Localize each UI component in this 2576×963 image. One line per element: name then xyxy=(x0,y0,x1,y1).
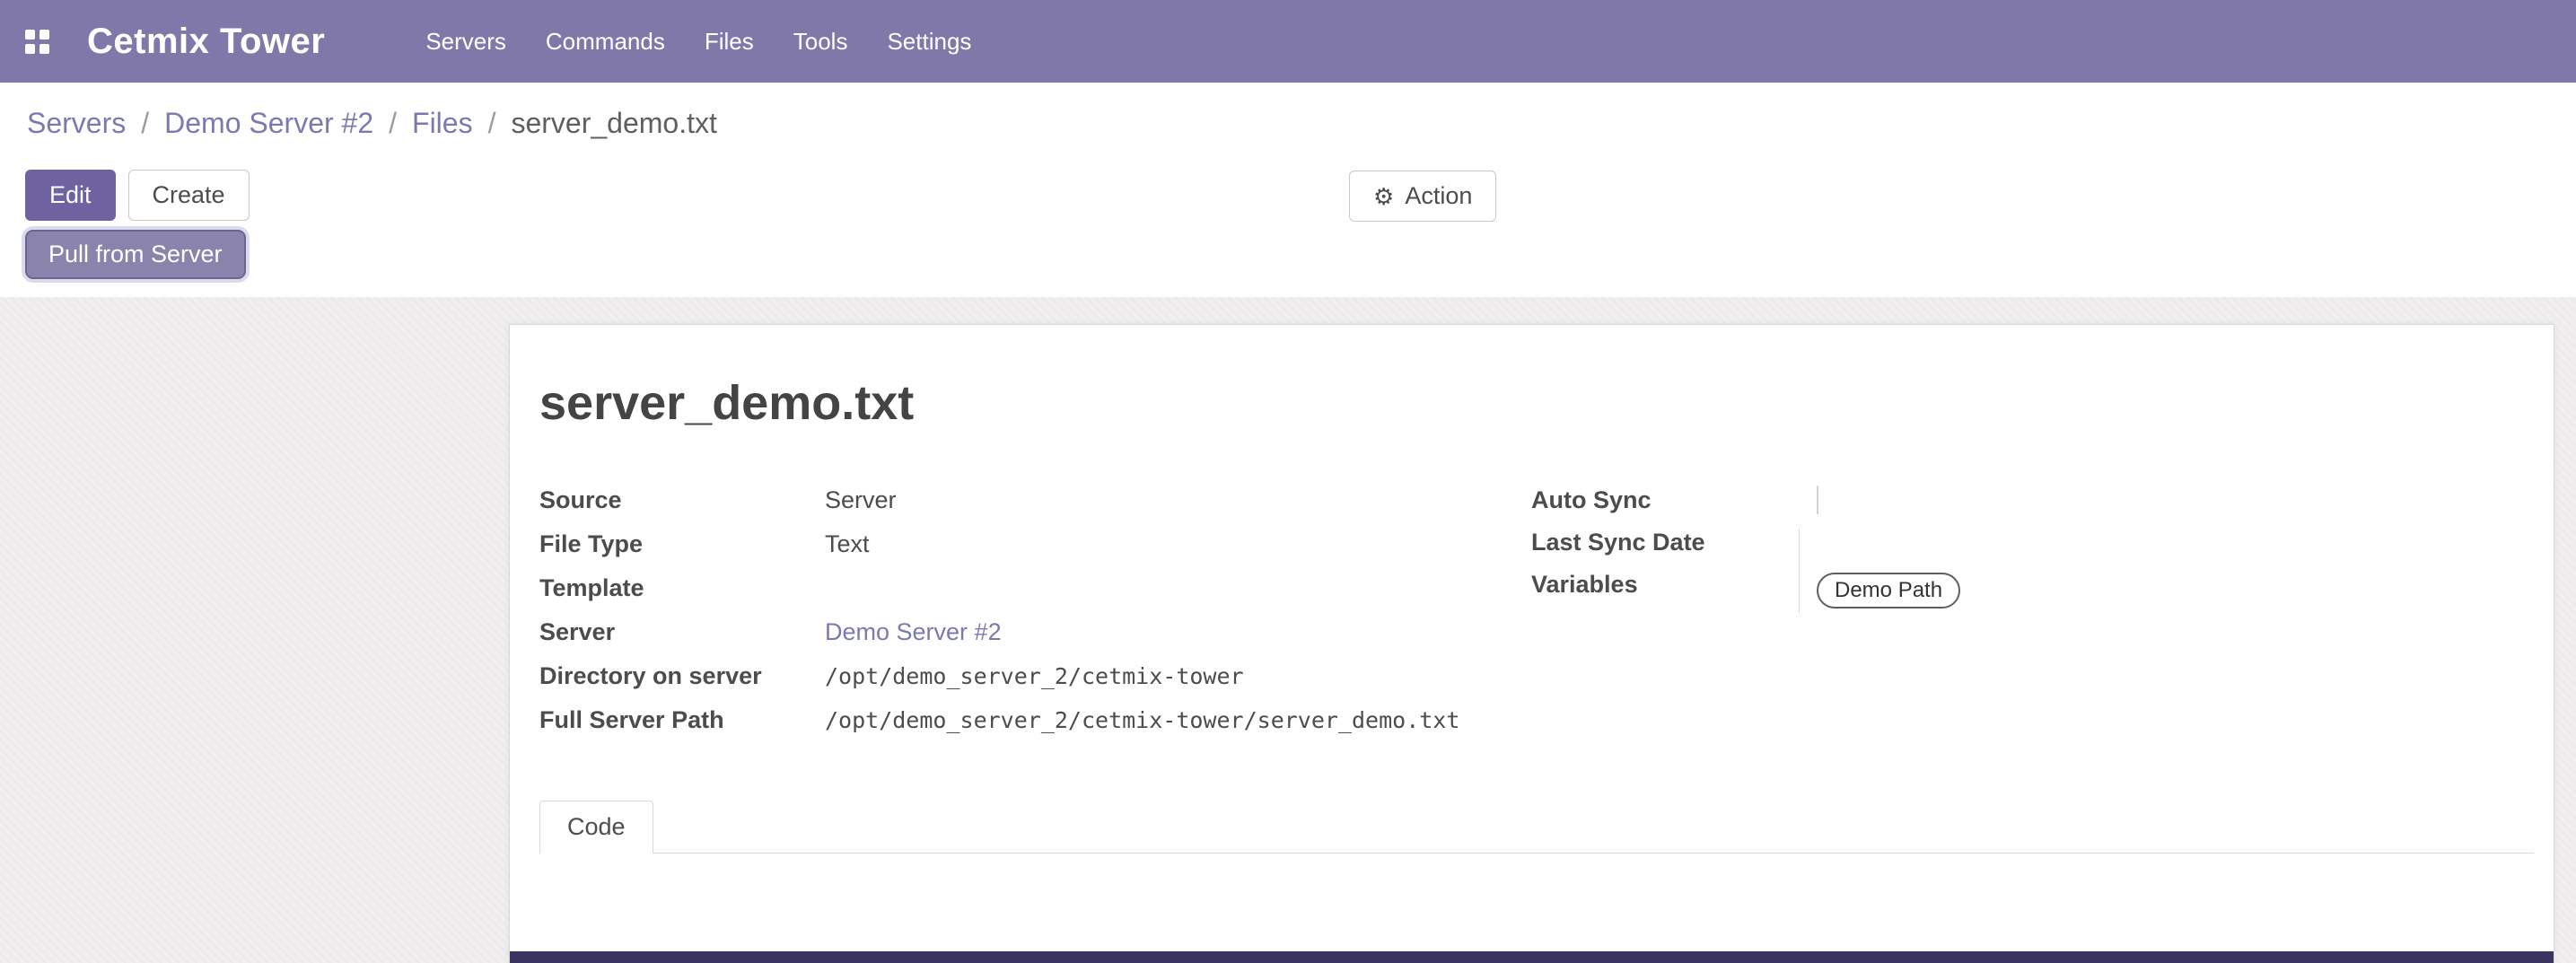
field-auto-sync: Auto Sync xyxy=(1531,486,2534,529)
field-auto-sync-label: Auto Sync xyxy=(1531,486,1799,529)
action-button-label: Action xyxy=(1405,184,1472,208)
breadcrumb-current: server_demo.txt xyxy=(511,107,716,140)
form-right-column: Auto Sync Last Sync Date Variables Demo … xyxy=(1531,486,2534,613)
breadcrumb-separator: / xyxy=(488,107,496,140)
create-button[interactable]: Create xyxy=(128,170,250,221)
field-directory-on-server: Directory on server /opt/demo_server_2/c… xyxy=(539,662,1531,706)
field-server-label: Server xyxy=(539,618,825,646)
form-view-background: server_demo.txt Source Server File Type … xyxy=(0,297,2576,963)
field-source-value: Server xyxy=(825,486,1531,514)
breadcrumb-link-demo-server-2[interactable]: Demo Server #2 xyxy=(164,107,373,140)
field-variables-label: Variables xyxy=(1531,571,1799,613)
breadcrumb-separator: / xyxy=(141,107,149,140)
field-template: Template xyxy=(539,574,1531,618)
field-full-server-path-label: Full Server Path xyxy=(539,706,825,734)
form-sheet: server_demo.txt Source Server File Type … xyxy=(509,324,2554,963)
field-server: Server Demo Server #2 xyxy=(539,618,1531,662)
field-variables: Variables Demo Path xyxy=(1531,571,2534,613)
field-last-sync-date: Last Sync Date xyxy=(1531,529,2534,571)
apps-menu-icon[interactable] xyxy=(25,30,49,54)
field-source: Source Server xyxy=(539,486,1531,530)
breadcrumb: Servers / Demo Server #2 / Files / serve… xyxy=(0,83,2576,163)
top-navbar: Cetmix Tower Servers Commands Files Tool… xyxy=(0,0,2576,83)
field-template-label: Template xyxy=(539,574,825,602)
app-title[interactable]: Cetmix Tower xyxy=(87,22,325,62)
field-file-type-value: Text xyxy=(825,530,1531,558)
pull-from-server-button[interactable]: Pull from Server xyxy=(25,230,246,279)
menu-item-servers[interactable]: Servers xyxy=(406,0,526,83)
field-full-server-path: Full Server Path /opt/demo_server_2/cetm… xyxy=(539,706,1531,750)
menu-item-settings[interactable]: Settings xyxy=(867,0,991,83)
menu-item-commands[interactable]: Commands xyxy=(526,0,685,83)
tab-code[interactable]: Code xyxy=(539,801,653,854)
notebook: Code xyxy=(539,801,2534,854)
breadcrumb-separator: / xyxy=(389,107,397,140)
gear-icon: ⚙ xyxy=(1373,185,1394,208)
code-editor-top-bar xyxy=(510,951,2554,963)
menu-item-files[interactable]: Files xyxy=(685,0,774,83)
field-directory-on-server-value: /opt/demo_server_2/cetmix-tower xyxy=(825,663,1531,689)
edit-button[interactable]: Edit xyxy=(25,170,116,221)
top-menu: Servers Commands Files Tools Settings xyxy=(406,0,991,83)
field-last-sync-date-label: Last Sync Date xyxy=(1531,529,1799,571)
field-file-type: File Type Text xyxy=(539,530,1531,574)
menu-item-tools[interactable]: Tools xyxy=(774,0,868,83)
form-left-column: Source Server File Type Text Template Se… xyxy=(539,486,1531,750)
field-directory-on-server-label: Directory on server xyxy=(539,662,825,690)
field-full-server-path-value: /opt/demo_server_2/cetmix-tower/server_d… xyxy=(825,707,1531,733)
breadcrumb-link-servers[interactable]: Servers xyxy=(27,107,126,140)
field-server-value-link[interactable]: Demo Server #2 xyxy=(825,618,1531,646)
breadcrumb-link-files[interactable]: Files xyxy=(412,107,473,140)
control-panel: Edit Create ⚙ Action Pull from Server xyxy=(0,163,2576,297)
field-last-sync-date-value xyxy=(1799,529,2534,571)
action-button[interactable]: ⚙ Action xyxy=(1349,171,1496,222)
field-source-label: Source xyxy=(539,486,825,514)
auto-sync-checkbox[interactable] xyxy=(1817,486,1818,514)
variable-tag-demo-path: Demo Path xyxy=(1817,573,1960,608)
field-file-type-label: File Type xyxy=(539,530,825,558)
page-title: server_demo.txt xyxy=(539,375,2534,431)
